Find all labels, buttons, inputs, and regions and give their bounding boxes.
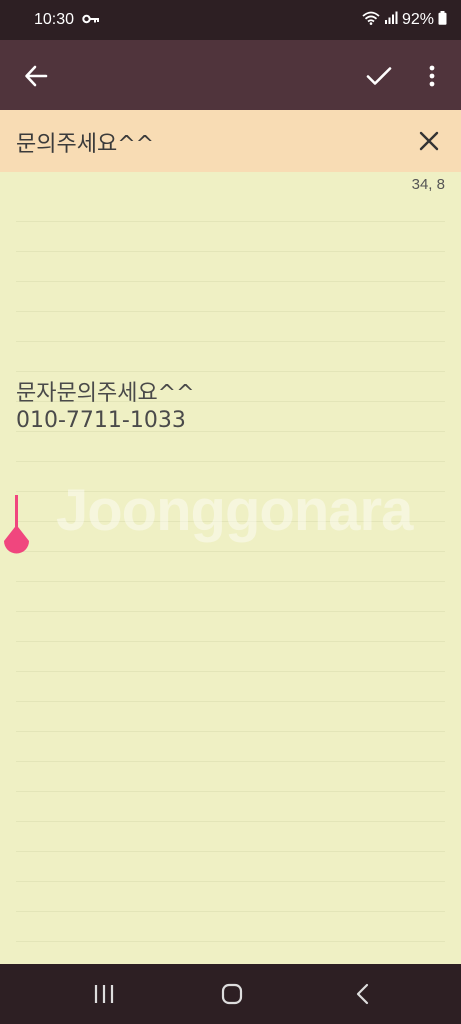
ruled-line <box>16 551 445 552</box>
status-right: 92% <box>362 10 447 30</box>
battery-level: 92% <box>401 11 434 28</box>
ruled-line <box>16 221 445 222</box>
battery-icon <box>438 10 447 30</box>
signal-icon <box>384 11 398 29</box>
note-line[interactable]: 010-7711-1033 <box>16 408 186 433</box>
ruled-line <box>16 701 445 702</box>
ruled-line <box>16 281 445 282</box>
cursor-position: 34, 8 <box>411 176 445 193</box>
ruled-line <box>16 611 445 612</box>
ruled-line <box>16 341 445 342</box>
ruled-line <box>16 821 445 822</box>
ruled-line <box>16 761 445 762</box>
ruled-line <box>16 791 445 792</box>
note-line[interactable]: 문자문의주세요^^ <box>16 375 195 407</box>
ruled-line <box>16 311 445 312</box>
ruled-line <box>16 461 445 462</box>
close-icon[interactable] <box>418 130 440 156</box>
ruled-line <box>16 671 445 672</box>
app-bar <box>0 40 461 110</box>
note-title[interactable]: 문의주세요^^ <box>16 126 154 158</box>
back-arrow-icon[interactable] <box>20 60 52 92</box>
ruled-line <box>16 371 445 372</box>
ruled-line <box>16 731 445 732</box>
more-vert-icon[interactable] <box>420 60 444 92</box>
ruled-line <box>16 581 445 582</box>
title-bar: 문의주세요^^ <box>0 110 461 172</box>
watermark: Joonggonara <box>56 478 413 543</box>
recent-apps-icon[interactable] <box>84 980 124 1008</box>
ruled-line <box>16 911 445 912</box>
ruled-line <box>16 641 445 642</box>
status-left: 10:30 <box>34 11 100 29</box>
ruled-line <box>16 851 445 852</box>
ruled-line <box>16 251 445 252</box>
check-icon[interactable] <box>362 60 396 92</box>
note-editor[interactable]: 34, 8 Joonggonara 문자문의주세요^^ 010-7711-103… <box>0 172 461 964</box>
caret-handle-icon[interactable] <box>3 495 31 563</box>
ruled-line <box>16 941 445 942</box>
home-icon[interactable] <box>212 980 252 1008</box>
status-bar: 10:30 92% <box>0 0 461 40</box>
wifi-icon <box>362 11 380 30</box>
key-icon <box>82 11 100 29</box>
nav-bar <box>0 964 461 1024</box>
nav-back-icon[interactable] <box>342 980 382 1008</box>
status-time: 10:30 <box>34 11 75 28</box>
ruled-line <box>16 881 445 882</box>
